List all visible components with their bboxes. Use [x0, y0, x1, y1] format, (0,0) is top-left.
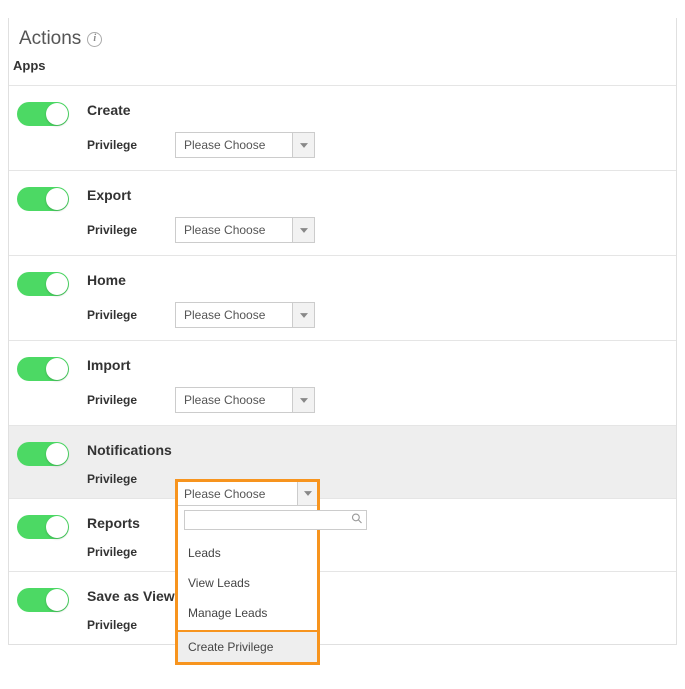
privilege-label: Privilege: [87, 138, 143, 152]
action-row-save-as-view: Save as View Privilege: [9, 571, 676, 644]
privilege-row: Privilege Please Choose: [87, 132, 676, 158]
privilege-label: Privilege: [87, 393, 143, 407]
privilege-label: Privilege: [87, 545, 143, 559]
toggle-knob: [46, 358, 68, 380]
toggle-save-as-view[interactable]: [17, 588, 69, 612]
select-value: Please Choose: [178, 487, 297, 501]
dropdown-option-leads[interactable]: Leads: [178, 538, 317, 568]
action-title-create: Create: [87, 102, 676, 118]
action-row-export: Export Privilege Please Choose: [9, 170, 676, 255]
action-title-export: Export: [87, 187, 676, 203]
toggle-knob: [46, 443, 68, 465]
toggle-knob: [46, 188, 68, 210]
privilege-label: Privilege: [87, 472, 143, 486]
action-row-reports: Reports Privilege: [9, 498, 676, 571]
dropdown-option-view-leads[interactable]: View Leads: [178, 568, 317, 598]
privilege-select-notifications[interactable]: Please Choose: [178, 482, 317, 506]
toggle-knob: [46, 589, 68, 611]
section-title: Actions: [19, 28, 81, 50]
select-value: Please Choose: [176, 308, 292, 322]
action-content: Create Privilege Please Choose: [87, 102, 676, 158]
chevron-down-icon: [292, 218, 314, 242]
subsection-title: Apps: [13, 58, 676, 85]
privilege-row: Privilege Please Choose: [87, 387, 676, 413]
action-content: Home Privilege Please Choose: [87, 272, 676, 328]
privilege-select-import[interactable]: Please Choose: [175, 387, 315, 413]
action-content: Notifications Privilege Please Choose: [87, 442, 676, 486]
privilege-select-export[interactable]: Please Choose: [175, 217, 315, 243]
search-wrap: [184, 510, 367, 530]
select-value: Please Choose: [176, 393, 292, 407]
toggle-home[interactable]: [17, 272, 69, 296]
chevron-down-icon: [292, 303, 314, 327]
privilege-row: Privilege Please Choose: [87, 472, 676, 486]
privilege-select-home[interactable]: Please Choose: [175, 302, 315, 328]
privilege-label: Privilege: [87, 618, 143, 632]
toggle-create[interactable]: [17, 102, 69, 126]
dropdown-options: Leads View Leads Manage Leads Create Pri…: [178, 534, 317, 664]
dropdown-option-create-privilege[interactable]: Create Privilege: [176, 630, 319, 664]
chevron-down-icon: [292, 133, 314, 157]
toggle-reports[interactable]: [17, 515, 69, 539]
toggle-notifications[interactable]: [17, 442, 69, 466]
chevron-down-icon: [297, 482, 317, 505]
toggle-knob: [46, 516, 68, 538]
actions-panel: Actions i Apps Create Privilege Please C…: [8, 18, 677, 645]
privilege-select-create[interactable]: Please Choose: [175, 132, 315, 158]
dropdown-search-row: [178, 506, 317, 534]
action-row-create: Create Privilege Please Choose: [9, 85, 676, 170]
privilege-label: Privilege: [87, 308, 143, 322]
toggle-knob: [46, 103, 68, 125]
action-title-notifications: Notifications: [87, 442, 676, 458]
toggle-import[interactable]: [17, 357, 69, 381]
action-title-home: Home: [87, 272, 676, 288]
toggle-knob: [46, 273, 68, 295]
info-icon[interactable]: i: [87, 32, 102, 47]
action-content: Import Privilege Please Choose: [87, 357, 676, 413]
toggle-export[interactable]: [17, 187, 69, 211]
chevron-down-icon: [292, 388, 314, 412]
privilege-label: Privilege: [87, 223, 143, 237]
privilege-row: Privilege Please Choose: [87, 217, 676, 243]
action-row-notifications: Notifications Privilege Please Choose: [9, 425, 676, 498]
dropdown-search-input[interactable]: [184, 510, 367, 530]
privilege-dropdown-panel: Please Choose Leads: [175, 479, 320, 665]
privilege-row: Privilege Please Choose: [87, 302, 676, 328]
action-row-home: Home Privilege Please Choose: [9, 255, 676, 340]
dropdown-option-manage-leads[interactable]: Manage Leads: [178, 598, 317, 628]
action-row-import: Import Privilege Please Choose: [9, 340, 676, 425]
action-title-import: Import: [87, 357, 676, 373]
select-value: Please Choose: [176, 138, 292, 152]
select-value: Please Choose: [176, 223, 292, 237]
section-header: Actions i: [19, 18, 676, 58]
search-icon: [351, 513, 363, 528]
action-content: Export Privilege Please Choose: [87, 187, 676, 243]
